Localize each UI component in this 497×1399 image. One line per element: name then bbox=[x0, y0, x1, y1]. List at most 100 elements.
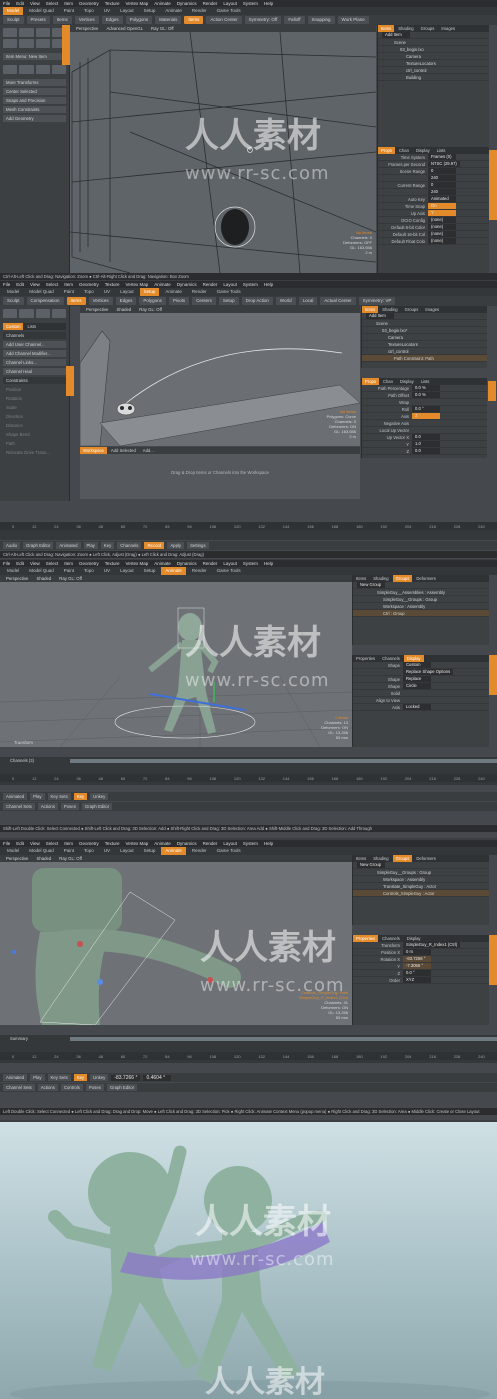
path-percentage-field[interactable]: 0.0 % bbox=[412, 385, 440, 391]
compensation-button[interactable]: Compensation bbox=[26, 297, 64, 305]
scene-range-start-field[interactable]: 0 bbox=[428, 168, 456, 174]
menu-view[interactable]: View bbox=[30, 0, 40, 7]
view-raygl[interactable]: Ray GL: Off bbox=[139, 307, 162, 312]
tab-setup[interactable]: Setup bbox=[140, 7, 160, 15]
work-plane-button[interactable]: Work Plane bbox=[337, 16, 369, 24]
menu-file[interactable]: File bbox=[3, 560, 10, 567]
local-button[interactable]: Local bbox=[298, 297, 318, 305]
menu-layout[interactable]: Layout bbox=[223, 560, 237, 567]
center-selected-button[interactable]: Center Selected bbox=[3, 88, 66, 95]
menu-help[interactable]: Help bbox=[264, 840, 273, 847]
menu-render[interactable]: Render bbox=[203, 560, 218, 567]
tab-props[interactable]: Props bbox=[378, 147, 395, 154]
menu-geometry[interactable]: Geometry bbox=[79, 281, 99, 288]
add-selected-button[interactable]: Add Selected bbox=[108, 447, 139, 454]
rotation-z-field[interactable]: 0.0 ° bbox=[403, 970, 431, 976]
menu-animate[interactable]: Animate bbox=[154, 840, 171, 847]
items-mode-button[interactable]: Items bbox=[52, 16, 72, 24]
tab-channels[interactable]: Channels bbox=[379, 655, 403, 662]
up-vector-y-field[interactable]: 1.0 bbox=[412, 441, 440, 447]
add-item-button[interactable]: Add Item bbox=[366, 313, 394, 319]
menu-dynamics[interactable]: Dynamics bbox=[177, 560, 197, 567]
rotate-icon[interactable] bbox=[19, 39, 34, 48]
rotation-value-field[interactable]: -83.7266 ° bbox=[111, 1074, 141, 1081]
unkey-button[interactable]: Unkey bbox=[90, 1074, 109, 1081]
menu-item[interactable]: Item bbox=[64, 840, 73, 847]
menu-help[interactable]: Help bbox=[264, 560, 273, 567]
menu-item[interactable]: Item bbox=[64, 0, 73, 7]
tab-animate[interactable]: Animate bbox=[161, 567, 186, 575]
tab-display[interactable]: Display bbox=[404, 935, 424, 942]
tab-lists[interactable]: Lists bbox=[24, 323, 39, 330]
add-dropdown[interactable]: Add... bbox=[140, 447, 157, 454]
rotation-y-field[interactable]: -7.3056 ° bbox=[403, 963, 431, 969]
scene-range-end-field[interactable]: 240 bbox=[428, 175, 456, 181]
tab-model-quad[interactable]: Model Quad bbox=[25, 847, 58, 855]
element-move-icon[interactable] bbox=[3, 65, 18, 74]
tab-layout[interactable]: Layout bbox=[116, 567, 138, 575]
menu-layout[interactable]: Layout bbox=[223, 0, 237, 7]
distance-constraint-button[interactable]: Distance bbox=[3, 422, 66, 429]
menu-edit[interactable]: Edit bbox=[16, 0, 24, 7]
view-perspective[interactable]: Perspective bbox=[6, 856, 28, 861]
tab-setup[interactable]: Setup bbox=[139, 288, 160, 296]
polygons-mode-button[interactable]: Polygons bbox=[139, 297, 166, 305]
graph-editor-button[interactable]: Graph Editor bbox=[23, 542, 54, 549]
tab-shading[interactable]: Shading bbox=[370, 575, 391, 582]
tab-items[interactable]: Items bbox=[362, 306, 379, 313]
vertices-mode-button[interactable]: Vertices bbox=[74, 16, 99, 24]
timeline[interactable]: Channels (3) 0 12 24 36 48 60 72 84 96 108 120 132 1… bbox=[0, 757, 497, 785]
polygons-mode-button[interactable]: Polygons bbox=[125, 16, 153, 24]
right-vertical-tab[interactable] bbox=[489, 150, 497, 220]
menu-system[interactable]: System bbox=[243, 560, 258, 567]
menu-vertex-map[interactable]: Vertex Map bbox=[126, 840, 149, 847]
tab-render[interactable]: Render bbox=[188, 847, 211, 855]
list-item[interactable]: SimpleGuy__Groups : Group bbox=[353, 596, 489, 603]
tab-deformers[interactable]: Deformers bbox=[413, 855, 439, 862]
menu-system[interactable]: System bbox=[243, 840, 258, 847]
menu-file[interactable]: File bbox=[3, 281, 10, 288]
list-item[interactable]: Scene bbox=[362, 320, 487, 327]
tab-render[interactable]: Render bbox=[188, 7, 211, 15]
tab-layout[interactable]: Layout bbox=[116, 288, 138, 296]
menu-layout[interactable]: Layout bbox=[223, 281, 237, 288]
scale-icon[interactable] bbox=[35, 39, 50, 48]
new-group-button[interactable]: New Group bbox=[357, 582, 385, 588]
fps-field[interactable]: NTSC (29.97) bbox=[428, 161, 460, 167]
setup-button[interactable]: Setup bbox=[218, 297, 239, 305]
viewport-3d[interactable]: Perspective Shaded Ray GL: Off No Items … bbox=[80, 306, 360, 446]
channel-haul-button[interactable]: Channel Haul bbox=[3, 368, 66, 375]
actions-button[interactable]: Actions bbox=[37, 1084, 58, 1091]
list-item[interactable]: SimpleGuy__Groups : Group bbox=[353, 869, 489, 876]
more-transforms-button[interactable]: More Transforms bbox=[3, 79, 66, 86]
bind-icon[interactable] bbox=[51, 309, 66, 318]
edges-mode-button[interactable]: Edges bbox=[115, 297, 137, 305]
path-constraint-button[interactable]: Path bbox=[3, 440, 66, 447]
tab-setup[interactable]: Setup bbox=[140, 847, 160, 855]
view-perspective[interactable]: Perspective bbox=[86, 307, 108, 312]
menu-item[interactable]: Item bbox=[64, 560, 73, 567]
menu-vertex-map[interactable]: Vertex Map bbox=[126, 560, 149, 567]
menu-edit[interactable]: Edit bbox=[16, 281, 24, 288]
tab-uv[interactable]: UV bbox=[100, 7, 114, 15]
locator-icon[interactable] bbox=[3, 309, 18, 318]
menu-edit[interactable]: Edit bbox=[16, 840, 24, 847]
tab-uv[interactable]: UV bbox=[100, 288, 114, 296]
tab-paint[interactable]: Paint bbox=[60, 847, 78, 855]
view-raygl[interactable]: Ray GL: Off bbox=[151, 26, 174, 31]
view-shading[interactable]: Advanced OpenGL bbox=[106, 26, 143, 31]
tab-items[interactable]: Items bbox=[378, 25, 395, 32]
menu-animate[interactable]: Animate bbox=[154, 281, 171, 288]
tab-topo[interactable]: Topo bbox=[80, 567, 98, 575]
play-button[interactable]: Play bbox=[30, 1074, 45, 1081]
timeline[interactable]: 0 12 24 36 48 60 72 84 96 108 120 132 144 156 168 180 19… bbox=[0, 522, 497, 540]
list-item-selected[interactable]: Ctrl : Group bbox=[353, 610, 489, 617]
tab-animate[interactable]: Animate bbox=[161, 7, 186, 15]
add-geometry-button[interactable]: Add Geometry bbox=[3, 115, 66, 122]
list-item[interactable]: Workspace : Assembly bbox=[353, 876, 489, 883]
bevel-icon[interactable] bbox=[19, 65, 34, 74]
tab-game-tools[interactable]: Game Tools bbox=[213, 847, 245, 855]
tab-properties[interactable]: Properties bbox=[353, 655, 378, 662]
actual-center-button[interactable]: Actual Center bbox=[320, 297, 356, 305]
symmetry-button[interactable]: Symmetry: Off bbox=[244, 16, 282, 24]
